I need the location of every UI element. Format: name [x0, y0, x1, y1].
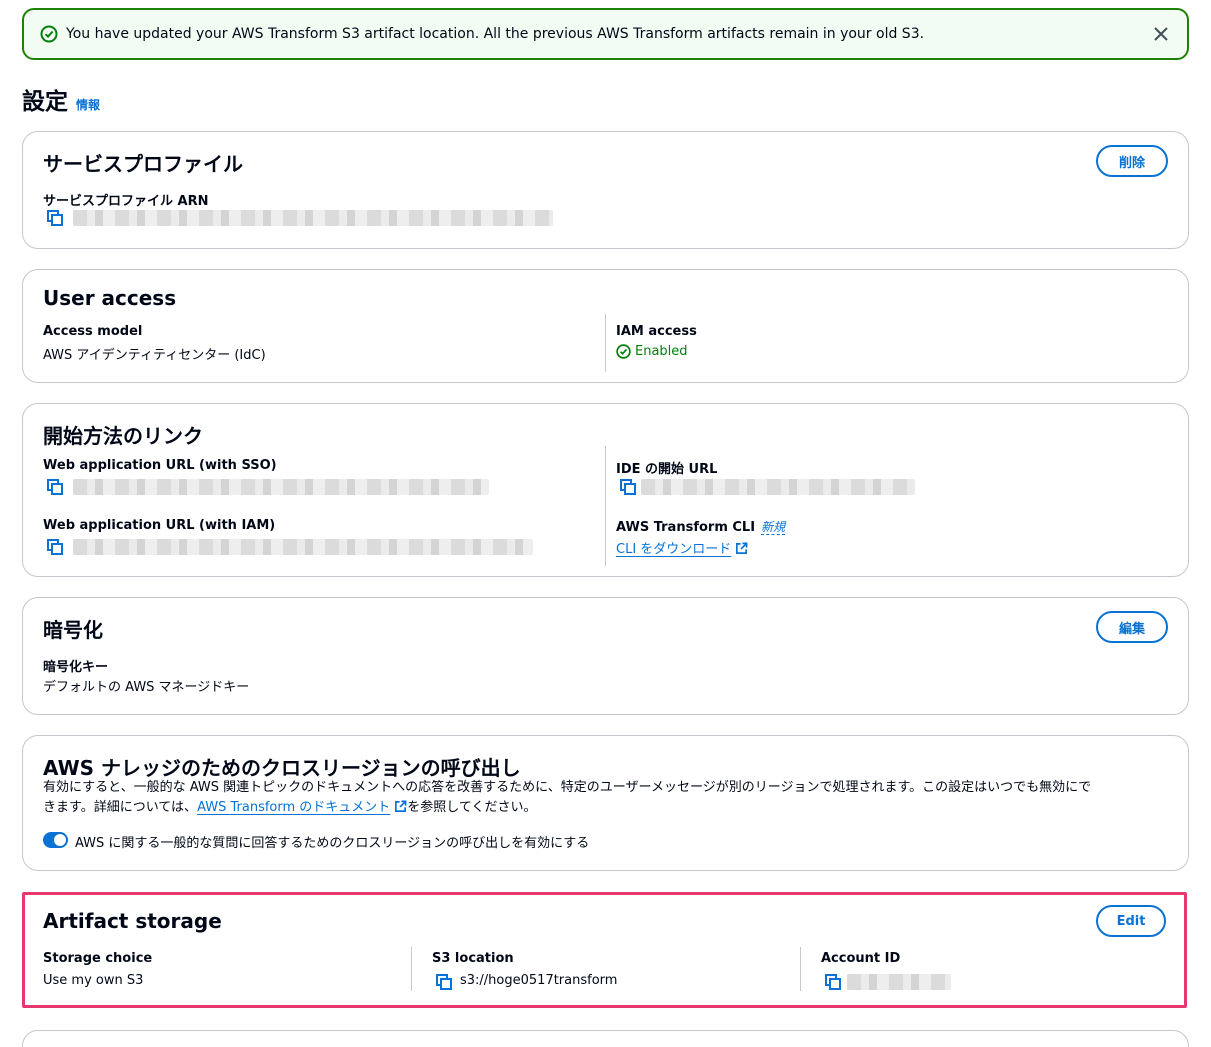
s3-location-label: S3 location: [432, 951, 514, 966]
cli-label-row: AWS Transform CLI 新規: [616, 518, 786, 535]
cross-region-toggle[interactable]: [43, 832, 68, 848]
service-profile-card: サービスプロファイル 削除 サービスプロファイル ARN: [22, 131, 1189, 249]
account-id-redacted: [847, 974, 951, 990]
delete-button[interactable]: 削除: [1096, 145, 1168, 177]
copy-icon[interactable]: [620, 479, 636, 495]
next-card: [22, 1030, 1189, 1047]
success-flash-banner: You have updated your AWS Transform S3 a…: [22, 8, 1189, 60]
iam-access-label: IAM access: [616, 324, 697, 339]
close-icon[interactable]: [1151, 24, 1171, 44]
web-sso-label: Web application URL (with SSO): [43, 458, 277, 473]
page-title: 設定: [22, 89, 68, 115]
column-divider: [411, 947, 412, 991]
column-divider: [605, 314, 606, 372]
ide-url-redacted: [641, 479, 915, 495]
edit-encryption-button[interactable]: 編集: [1096, 611, 1168, 643]
web-iam-label: Web application URL (with IAM): [43, 518, 276, 533]
web-iam-url-redacted: [73, 539, 533, 555]
getting-started-card: 開始方法のリンク Web application URL (with SSO) …: [22, 403, 1189, 577]
copy-icon[interactable]: [436, 974, 452, 990]
edit-artifact-storage-button[interactable]: Edit: [1096, 905, 1166, 937]
copy-icon[interactable]: [47, 479, 63, 495]
user-access-title: User access: [43, 286, 177, 310]
copy-icon[interactable]: [47, 210, 63, 226]
copy-icon[interactable]: [47, 539, 63, 555]
encryption-key-value: デフォルトの AWS マネージドキー: [43, 680, 250, 695]
docs-link[interactable]: AWS Transform のドキュメント: [197, 800, 390, 815]
account-id-label: Account ID: [821, 951, 901, 966]
ide-url-label: IDE の開始 URL: [616, 462, 718, 477]
service-profile-title: サービスプロファイル: [43, 152, 243, 176]
s3-location-value: s3://hoge0517transform: [460, 973, 618, 988]
web-sso-url-redacted: [73, 479, 489, 495]
new-badge: 新規: [761, 520, 786, 535]
cli-download-link-row: CLI をダウンロード: [616, 538, 748, 557]
external-link-icon: [736, 542, 748, 554]
getting-started-title: 開始方法のリンク: [43, 424, 203, 448]
artifact-storage-card: Artifact storage Edit Storage choice Use…: [22, 892, 1187, 1008]
description-prefix: きます。詳細については、: [43, 800, 198, 815]
external-link-icon: [395, 800, 407, 812]
column-divider: [800, 947, 801, 991]
encryption-key-label: 暗号化キー: [43, 660, 109, 675]
description-line-2: きます。詳細については、AWS Transform のドキュメント を参照してくだ…: [43, 798, 1168, 818]
success-check-icon: [40, 25, 58, 43]
copy-icon[interactable]: [825, 974, 841, 990]
flash-message: You have updated your AWS Transform S3 a…: [66, 26, 925, 42]
cross-region-toggle-label: AWS に関する一般的な質問に回答するためのクロスリージョンの呼び出しを有効にす…: [75, 836, 590, 851]
storage-choice-value: Use my own S3: [43, 973, 144, 988]
column-divider: [605, 446, 606, 566]
encryption-card: 暗号化 編集 暗号化キー デフォルトの AWS マネージドキー: [22, 597, 1189, 715]
page-header: 設定 情報: [22, 82, 100, 116]
service-profile-arn-label: サービスプロファイル ARN: [43, 194, 209, 209]
cross-region-description: 有効にすると、一般的な AWS 関連トピックのドキュメントへの応答を改善するため…: [43, 778, 1168, 818]
description-suffix: を参照してください。: [407, 800, 537, 815]
user-access-card: User access Access model AWS アイデンティティセンタ…: [22, 269, 1189, 383]
access-model-label: Access model: [43, 324, 143, 339]
iam-access-status: Enabled: [616, 344, 688, 359]
status-success-icon: [616, 344, 631, 359]
service-profile-arn-redacted: [73, 210, 553, 226]
description-line-1: 有効にすると、一般的な AWS 関連トピックのドキュメントへの応答を改善するため…: [43, 780, 1092, 795]
encryption-title: 暗号化: [43, 618, 103, 642]
artifact-storage-title: Artifact storage: [43, 909, 222, 933]
info-link[interactable]: 情報: [76, 96, 100, 113]
storage-choice-label: Storage choice: [43, 951, 153, 966]
cli-label: AWS Transform CLI: [616, 520, 756, 535]
iam-access-value: Enabled: [635, 344, 688, 359]
cli-download-link[interactable]: CLI をダウンロード: [616, 542, 731, 557]
cross-region-card: AWS ナレッジのためのクロスリージョンの呼び出し 有効にすると、一般的な AW…: [22, 735, 1189, 871]
access-model-value: AWS アイデンティティセンター (IdC): [43, 348, 266, 363]
cross-region-title: AWS ナレッジのためのクロスリージョンの呼び出し: [43, 756, 521, 780]
